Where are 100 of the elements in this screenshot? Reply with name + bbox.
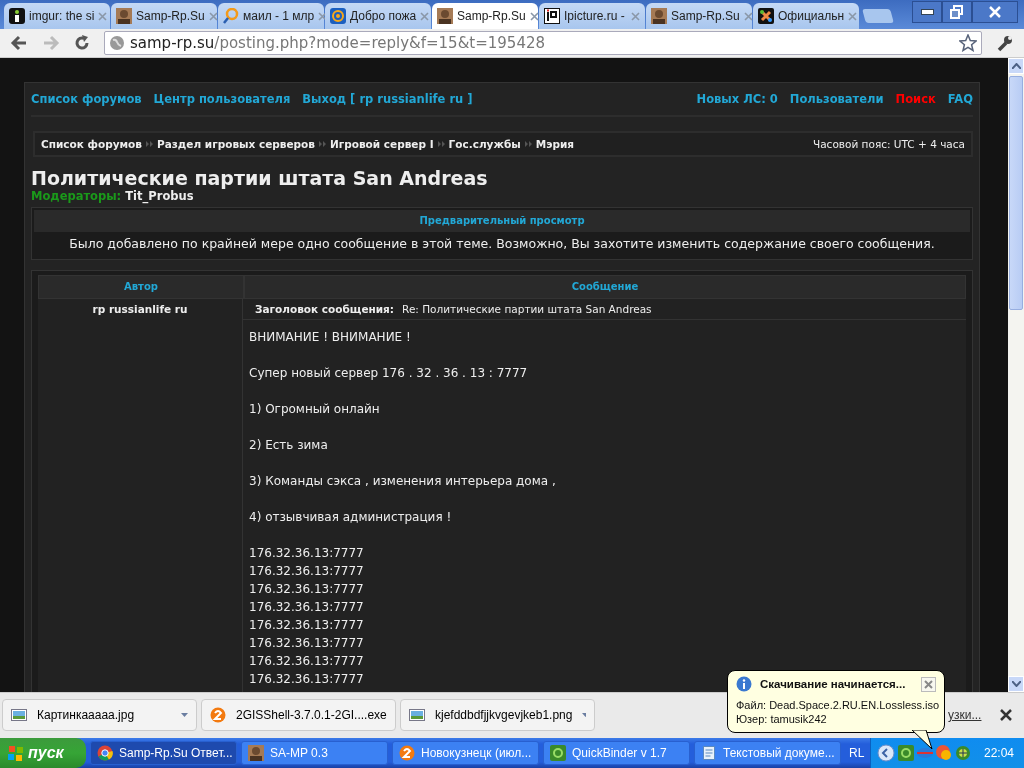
windows-logo-icon: [8, 745, 24, 761]
app-icon: [550, 745, 566, 761]
minimize-button[interactable]: [912, 1, 942, 23]
moderator-name[interactable]: Tit_Probus: [125, 188, 194, 203]
address-field[interactable]: samp-rp.su/posting.php?mode=reply&f=15&t=195428: [104, 31, 982, 56]
info-icon: [736, 676, 752, 692]
notification-text: Юзер: tamusik242: [736, 712, 828, 726]
wrench-icon[interactable]: [996, 34, 1014, 53]
nav-link[interactable]: Центр пользователя: [153, 91, 291, 106]
download-item[interactable]: Картинкааааа.jpg: [2, 699, 197, 732]
image-file-icon: [11, 707, 27, 724]
browser-tab[interactable]: Добро пожа: [325, 3, 431, 30]
subject-text: Re: Политические партии штата San Andreas: [402, 302, 652, 315]
browser-tab[interactable]: Ipicture.ru -: [539, 3, 645, 30]
notification-title: Скачивание начинается...: [760, 678, 907, 690]
double-chevron-icon: [146, 140, 153, 147]
browser-tab[interactable]: маил - 1 млр: [218, 3, 324, 30]
avatar-icon: [248, 745, 264, 761]
puzzle-icon: [758, 8, 774, 25]
double-chevron-icon: [318, 140, 326, 147]
close-button[interactable]: [921, 676, 936, 692]
image-file-icon: [409, 707, 425, 724]
nav-link[interactable]: Список форумов: [31, 91, 142, 106]
breadcrumb-link[interactable]: Раздел игровых серверов: [157, 137, 315, 150]
restore-button[interactable]: [942, 1, 972, 23]
restore-icon: [950, 5, 964, 19]
download-item[interactable]: kjefddbdfjjkvgevjkeb1.png: [400, 699, 595, 732]
browser-icon: [97, 745, 113, 761]
breadcrumb-link[interactable]: Гос.службы: [448, 137, 521, 150]
taskbar-button[interactable]: Samp-Rp.Su Ответ...: [90, 741, 237, 765]
avatar-icon: [116, 8, 132, 25]
post-paragraph: 4) отзывчивая администрация !: [249, 508, 452, 526]
close-icon: [989, 6, 1001, 18]
moderators-label: Модераторы:: [31, 188, 122, 203]
circle-logo-icon: [210, 707, 226, 724]
star-icon[interactable]: [959, 34, 977, 53]
close-button[interactable]: [972, 1, 1018, 23]
post-paragraph: 2) Есть зима: [249, 436, 328, 454]
breadcrumb-link[interactable]: Список форумов: [41, 137, 142, 150]
minimize-icon: [920, 9, 934, 15]
taskbar-button[interactable]: SA-MP 0.3: [241, 741, 388, 765]
dropdown-caret-icon[interactable]: [181, 713, 188, 718]
author-name[interactable]: rp russianlife ru: [92, 302, 188, 315]
post-line: 176.32.36.13:7777: [249, 580, 364, 598]
globe-icon: [109, 35, 125, 52]
post-line: 176.32.36.13:7777: [249, 562, 364, 580]
nav-link[interactable]: Пользователи: [789, 91, 884, 106]
language-indicator[interactable]: RL: [849, 746, 865, 760]
browser-tab[interactable]: Официальн: [753, 3, 859, 30]
post-paragraph: ВНИМАНИЕ ! ВНИМАНИЕ !: [249, 328, 411, 346]
at-sign-icon: [330, 8, 346, 25]
nav-link[interactable]: Новых ЛС: 0: [696, 91, 778, 106]
avatar-icon: [651, 8, 667, 25]
double-chevron-icon: [437, 140, 445, 147]
logo-icon: [544, 8, 560, 25]
browser-tab[interactable]: imgur: the si: [4, 3, 110, 30]
column-header: Сообщение: [244, 274, 966, 299]
double-chevron-icon: [524, 140, 532, 147]
breadcrumb-link[interactable]: Игровой сервер I: [329, 137, 434, 150]
close-icon: [924, 679, 933, 689]
browser-tab[interactable]: Samp-Rp.Su: [432, 3, 538, 30]
chevron-left-icon[interactable]: [876, 744, 895, 762]
browser-tab[interactable]: Samp-Rp.Su: [646, 3, 752, 30]
info-icon: [9, 8, 25, 25]
show-all-downloads-link[interactable]: узки...: [948, 708, 982, 723]
scroll-down-icon[interactable]: [1011, 680, 1021, 687]
post-line: 176.32.36.13:7777: [249, 634, 364, 652]
taskbar-button[interactable]: Новокузнецк (июл...: [392, 741, 539, 765]
notepad-icon: [701, 745, 717, 761]
post-line: 176.32.36.13:7777: [249, 670, 364, 688]
download-item[interactable]: 2GISShell-3.7.0.1-2GI....exe: [201, 699, 396, 732]
app-icon: [897, 745, 914, 761]
post-paragraph: 1) Огромный онлайн: [249, 400, 380, 418]
badge-icon[interactable]: [935, 745, 952, 761]
nav-link[interactable]: Выход [ rp russianlife ru ]: [302, 91, 473, 106]
clock: 22:04: [983, 746, 1014, 760]
scroll-up-icon[interactable]: [1011, 62, 1021, 69]
avatar-icon: [437, 8, 453, 25]
post-paragraph: 3) Команды сэкса , изменения интерьера дома ,: [249, 472, 556, 490]
magnifier-icon: [223, 8, 239, 25]
column-header: Автор: [38, 274, 244, 299]
breadcrumb-link[interactable]: Мэрия: [535, 137, 574, 150]
dropdown-caret-icon[interactable]: [582, 713, 586, 718]
back-icon[interactable]: [10, 35, 28, 52]
scrollbar[interactable]: [1008, 57, 1024, 692]
timezone-label: Часовой пояс: UTC + 4 часа: [813, 137, 965, 150]
taskbar-button[interactable]: Текстовый докуме...: [694, 741, 841, 765]
new-tab-button[interactable]: [862, 9, 894, 24]
circle-logo-icon: [399, 745, 415, 761]
reload-icon[interactable]: [74, 35, 90, 52]
nav-link[interactable]: Поиск: [895, 91, 936, 106]
taskbar-button[interactable]: QuickBinder v 1.7: [543, 741, 690, 765]
post-line: 176.32.36.13:7777: [249, 598, 364, 616]
nav-link[interactable]: FAQ: [947, 91, 973, 106]
preview-header: Предварительный просмотр: [34, 209, 970, 232]
notice-text: Было добавлено по крайней мере одно сообщение в этой теме. Возможно, Вы захотите изменить содержание своего сообщения.: [68, 234, 936, 253]
browser-tab[interactable]: Samp-Rp.Su: [111, 3, 217, 30]
post-line: 176.32.36.13:7777: [249, 616, 364, 634]
close-icon[interactable]: [1000, 709, 1012, 722]
bug-icon[interactable]: [954, 745, 971, 761]
